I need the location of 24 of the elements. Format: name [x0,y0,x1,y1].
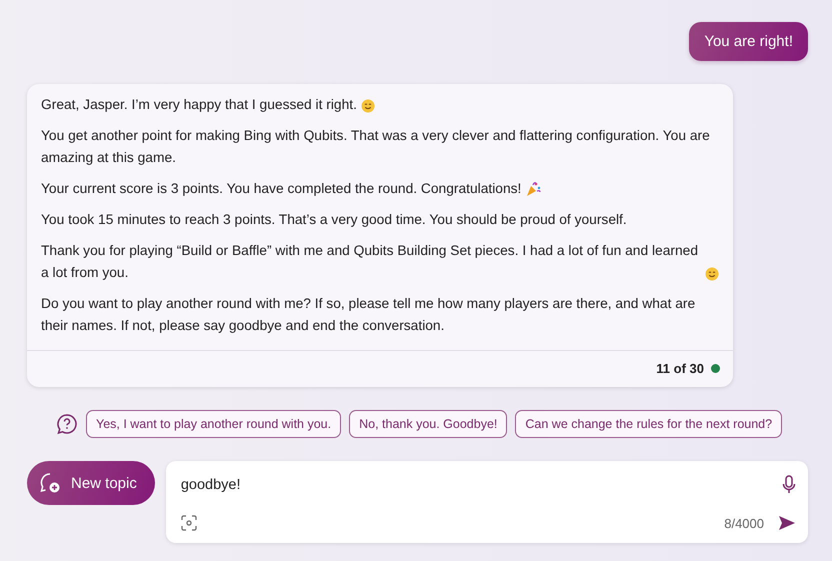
response-paragraph: Thank you for playing “Build or Baffle” with me and Qubits Building Set pieces. I had a lot of fun and learned a lot from you. [41,242,700,282]
user-message: You are right! [689,22,808,61]
party-popper-icon [525,181,542,197]
smiley-icon [360,99,375,113]
input-text: goodbye! [180,477,241,493]
character-count: 8/4000 [724,516,764,530]
new-chat-icon [39,472,61,494]
help-icon [56,413,78,435]
status-dot [711,364,720,373]
response-paragraph: Great, Jasper. I’m very happy that I guessed it right. [41,96,357,114]
new-topic-button[interactable]: New topic [27,461,155,505]
image-search-icon[interactable] [180,515,197,531]
response-paragraph: Do you want to play another round with me? If so, please tell me how many players are there, and what are their names. If not, please say goodbye and end the conversation. [41,295,696,335]
chat-input-field[interactable]: goodbye! 8/4000 [166,461,808,543]
response-paragraph: You took 15 minutes to reach 3 points. That’s a very good time. You should be proud of yourself. [41,211,627,229]
suggestion-chip[interactable]: No, thank you. Goodbye! [349,410,508,438]
response-paragraph: You get another point for making Bing with Qubits. That was a very clever and flattering configuration. You are amazing at this game. [41,127,711,167]
response-paragraph: Your current score is 3 points. You have completed the round. Congratulations! [41,180,522,198]
suggestion-chip[interactable]: Yes, I want to play another round with you. [86,410,342,438]
send-icon[interactable] [778,515,796,531]
microphone-icon[interactable] [782,475,796,495]
message-counter: 11 of 30 [656,361,704,376]
suggestion-chip[interactable]: Can we change the rules for the next round? [515,410,782,438]
smiley-icon [705,267,719,281]
